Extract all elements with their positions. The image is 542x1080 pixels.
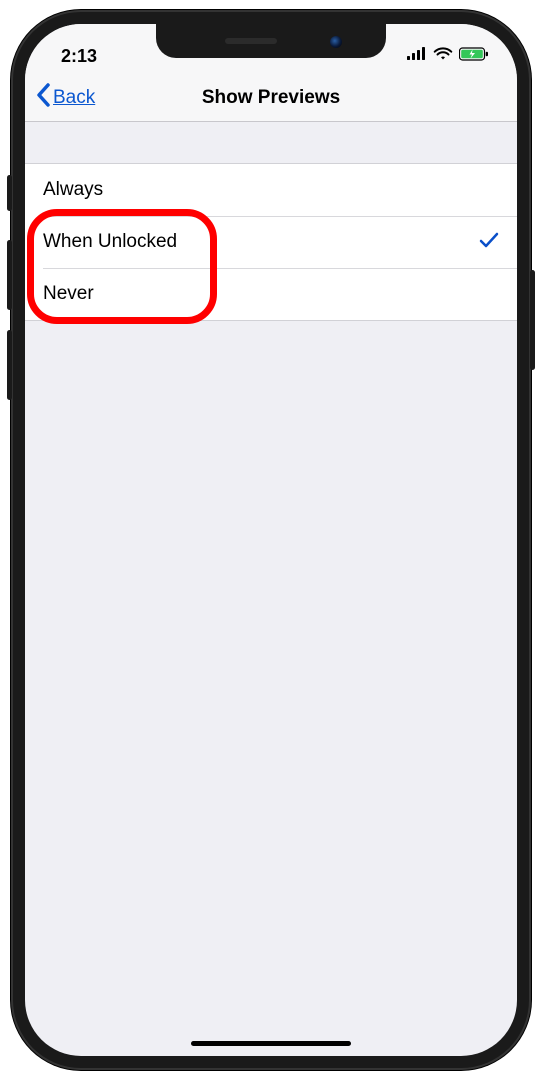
wifi-icon [433,47,453,66]
section-spacer [25,122,517,164]
option-always[interactable]: Always [25,164,517,216]
phone-frame: 2:13 [11,10,531,1070]
options-list: Always When Unlocked Never [25,164,517,321]
power-button [530,270,535,370]
notch [156,24,386,58]
option-never[interactable]: Never [25,268,517,320]
battery-charging-icon [459,47,489,66]
option-label: Always [43,179,103,201]
checkmark-icon [479,231,499,254]
nav-bar: Back Show Previews [25,74,517,122]
front-camera [330,36,342,48]
screen: 2:13 [25,24,517,1056]
speaker [225,38,277,44]
home-indicator[interactable] [191,1041,351,1046]
side-button [7,175,12,211]
status-time: 2:13 [61,46,97,67]
back-button[interactable]: Back [35,74,95,121]
volume-up-button [7,240,12,310]
chevron-left-icon [35,83,51,112]
status-icons [407,47,489,66]
option-label: When Unlocked [43,231,177,253]
page-title: Show Previews [202,87,340,109]
cellular-icon [407,47,427,66]
option-label: Never [43,283,94,305]
option-when-unlocked[interactable]: When Unlocked [25,216,517,268]
volume-down-button [7,330,12,400]
back-label: Back [53,87,95,109]
